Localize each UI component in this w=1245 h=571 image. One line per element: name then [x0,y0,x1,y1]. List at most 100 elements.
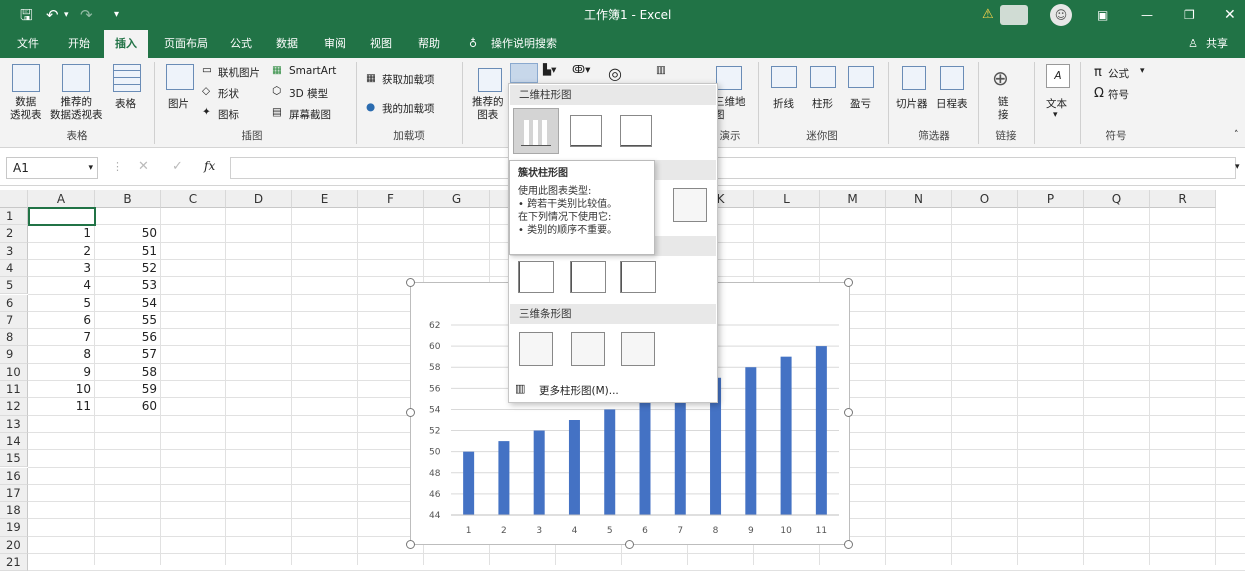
equation-button[interactable]: 公式 [1108,66,1129,81]
column-header[interactable]: B [95,190,161,208]
my-addins-button[interactable]: 我的加载项 [382,101,435,116]
cell-B10[interactable]: 58 [95,364,161,381]
stacked-column-option[interactable] [570,115,602,147]
sparkline-winloss-button[interactable]: 盈亏 [850,96,871,111]
table-icon[interactable] [113,64,141,95]
row-header[interactable]: 7 [0,311,28,330]
bar[interactable] [568,420,580,515]
column-header[interactable]: N [886,190,952,208]
column-header[interactable]: E [292,190,358,208]
smartart-icon[interactable]: ▦ [272,64,282,76]
get-addins-button[interactable]: 获取加载项 [382,72,435,87]
resize-handle[interactable] [625,540,634,549]
row-header[interactable]: 11 [0,381,28,399]
account-icon[interactable]: ☺ [1050,4,1072,26]
cell-A11[interactable]: 10 [28,381,95,398]
picture-icon[interactable] [166,64,194,93]
slicer-icon[interactable] [902,66,926,93]
share-button[interactable]: 共享 [1202,30,1232,58]
undo-dropdown-icon[interactable]: ▾ [64,0,69,30]
bar[interactable] [745,367,757,515]
online-pictures-button[interactable]: 联机图片 [218,65,260,80]
map3d-icon[interactable] [716,66,742,93]
more-column-charts-link[interactable]: 更多柱形图(M)... [539,383,619,398]
pivot-table-button[interactable]: 数据 透视表 [10,96,42,122]
stacked-bar-option[interactable] [570,261,606,293]
row-header[interactable]: 2 [0,225,28,243]
column-header[interactable]: F [358,190,424,208]
row-header[interactable]: 10 [0,363,28,381]
text-dropdown-icon[interactable]: ▾ [1053,110,1058,120]
cancel-icon[interactable]: ✕ [138,159,149,174]
table-button[interactable]: 表格 [115,96,136,111]
bar[interactable] [815,346,827,515]
textbox-icon[interactable]: A [1046,64,1070,88]
row-header[interactable]: 20 [0,536,28,554]
icons-button[interactable]: 图标 [218,107,239,122]
my-addins-icon[interactable]: ● [366,101,375,113]
enter-icon[interactable]: ✓ [172,159,183,174]
column-header[interactable]: M [820,190,886,208]
cell-B12[interactable]: 60 [95,398,161,415]
sparkline-winloss-icon[interactable] [848,66,874,91]
text-button[interactable]: 文本 [1046,96,1067,111]
cell-B2[interactable]: 50 [95,225,161,242]
row-header[interactable]: 19 [0,519,28,537]
expand-formula-icon[interactable]: ▾ [1235,162,1240,172]
row-header[interactable]: 18 [0,502,28,520]
resize-handle[interactable] [844,408,853,417]
screenshot-button[interactable]: 屏幕截图 [289,107,331,122]
pi-icon[interactable]: π [1094,65,1102,80]
cell-A3[interactable]: 2 [28,243,95,260]
cell-A4[interactable]: 3 [28,260,95,277]
column-header[interactable]: C [161,190,226,208]
cell-B9[interactable]: 57 [95,346,161,363]
cell-A5[interactable]: 4 [28,277,95,294]
recommended-charts-button[interactable]: 推荐的 图表 [472,96,504,122]
maps-chart-icon[interactable]: ◎ [608,64,622,83]
tab-data[interactable]: 数据 [268,30,306,58]
resize-handle[interactable] [844,278,853,287]
hierarchy-chart-icon[interactable]: ▙▾ [543,64,556,76]
symbol-button[interactable]: 符号 [1108,87,1129,102]
bar[interactable] [780,356,792,515]
resize-handle[interactable] [406,278,415,287]
cell-B1[interactable] [95,208,161,225]
bar[interactable] [463,451,475,515]
tab-file[interactable]: 文件 [8,30,48,58]
resize-handle[interactable] [844,540,853,549]
row-header[interactable]: 12 [0,398,28,416]
cell-B11[interactable]: 59 [95,381,161,398]
column-header[interactable]: Q [1084,190,1150,208]
cell-B3[interactable]: 51 [95,243,161,260]
row-header[interactable]: 15 [0,450,28,468]
row-header[interactable]: 17 [0,484,28,503]
cell-B7[interactable]: 55 [95,312,161,329]
cell-A6[interactable]: 5 [28,295,95,312]
resize-handle[interactable] [406,540,415,549]
column-header[interactable]: O [952,190,1018,208]
recommended-charts-icon[interactable] [478,68,502,95]
sparkline-column-icon[interactable] [810,66,836,91]
column-header[interactable]: P [1018,190,1084,208]
save-icon[interactable]: 🖫 [20,0,33,30]
link-icon[interactable]: ⊕ [992,66,1009,90]
waterfall-chart-icon[interactable]: ↂ▾ [572,64,590,76]
equation-dropdown-icon[interactable]: ▾ [1140,66,1145,76]
collapse-ribbon-icon[interactable]: ˄ [1234,130,1239,140]
row-header[interactable]: 13 [0,415,28,433]
cell-A1[interactable] [28,208,95,225]
timeline-icon[interactable] [940,66,964,93]
cell-A10[interactable]: 9 [28,364,95,381]
tab-home[interactable]: 开始 [58,30,100,58]
online-pictures-icon[interactable]: ▭ [202,64,212,76]
tell-me-search[interactable]: 操作说明搜索 [486,30,562,58]
minimize-icon[interactable]: — [1141,0,1153,30]
ribbon-display-icon[interactable]: ▣ [1097,0,1108,30]
3d-stacked-bar-option[interactable] [571,332,605,366]
sparkline-line-button[interactable]: 折线 [773,96,794,111]
percent-stacked-column-option[interactable] [620,115,652,147]
cell-B4[interactable]: 52 [95,260,161,277]
row-header[interactable]: 6 [0,294,28,312]
icons-icon[interactable]: ✦ [202,106,211,118]
